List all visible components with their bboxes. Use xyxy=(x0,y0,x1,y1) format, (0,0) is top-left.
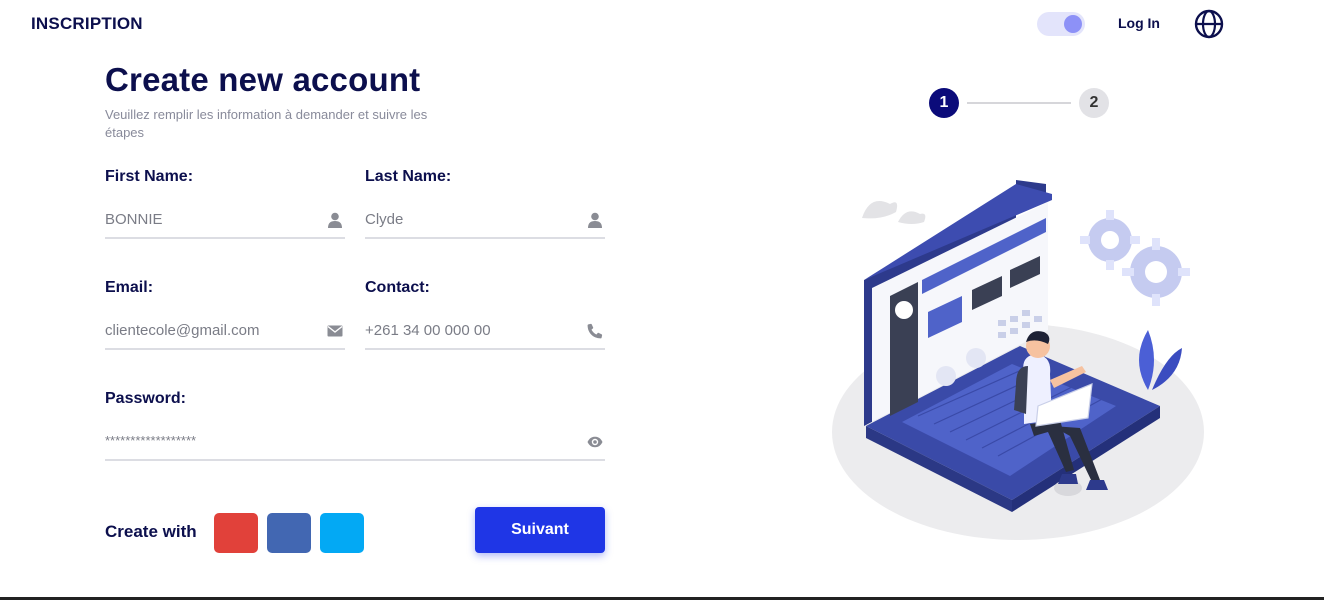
user-icon xyxy=(588,212,602,228)
first-name-value: BONNIE xyxy=(105,211,163,228)
facebook-signup-button[interactable] xyxy=(267,513,311,553)
email-label: Email: xyxy=(105,279,154,296)
contact-label: Contact: xyxy=(365,279,430,296)
login-link[interactable]: Log In xyxy=(1118,15,1160,31)
next-button[interactable]: Suivant xyxy=(475,507,605,553)
page-title: Create new account xyxy=(105,61,421,98)
email-value: clientecole@gmail.com xyxy=(105,322,260,339)
first-name-field[interactable]: BONNIE xyxy=(105,203,345,239)
twitter-signup-button[interactable] xyxy=(320,513,364,553)
theme-toggle[interactable] xyxy=(1037,12,1085,36)
first-name-label: First Name: xyxy=(105,168,194,185)
toggle-knob xyxy=(1064,15,1082,33)
step-1[interactable]: 1 xyxy=(929,88,959,118)
email-field[interactable]: clientecole@gmail.com xyxy=(105,314,345,350)
last-name-value: Clyde xyxy=(365,211,404,228)
password-field[interactable]: ****************** xyxy=(105,425,605,461)
create-with-label: Create with xyxy=(105,522,197,541)
step-connector xyxy=(967,102,1071,104)
brand-title: INSCRIPTION xyxy=(31,14,143,33)
phone-icon xyxy=(587,323,603,339)
contact-field[interactable]: +261 34 00 000 00 xyxy=(365,314,605,350)
envelope-icon xyxy=(327,325,343,337)
page-subtitle: Veuillez remplir les information à deman… xyxy=(105,107,428,140)
user-icon xyxy=(328,212,342,228)
contact-value: +261 34 00 000 00 xyxy=(365,322,491,339)
step-2[interactable]: 2 xyxy=(1079,88,1109,118)
last-name-label: Last Name: xyxy=(365,168,452,185)
password-value: ****************** xyxy=(105,433,197,448)
eye-icon[interactable] xyxy=(587,434,603,450)
globe-icon[interactable] xyxy=(1194,9,1224,39)
signup-page: INSCRIPTION Log In Create new account Ve… xyxy=(0,0,1324,600)
laptop-illustration xyxy=(832,180,1204,540)
google-signup-button[interactable] xyxy=(214,513,258,553)
stepper: 1 2 xyxy=(929,88,1111,118)
password-label: Password: xyxy=(105,390,186,407)
last-name-field[interactable]: Clyde xyxy=(365,203,605,239)
